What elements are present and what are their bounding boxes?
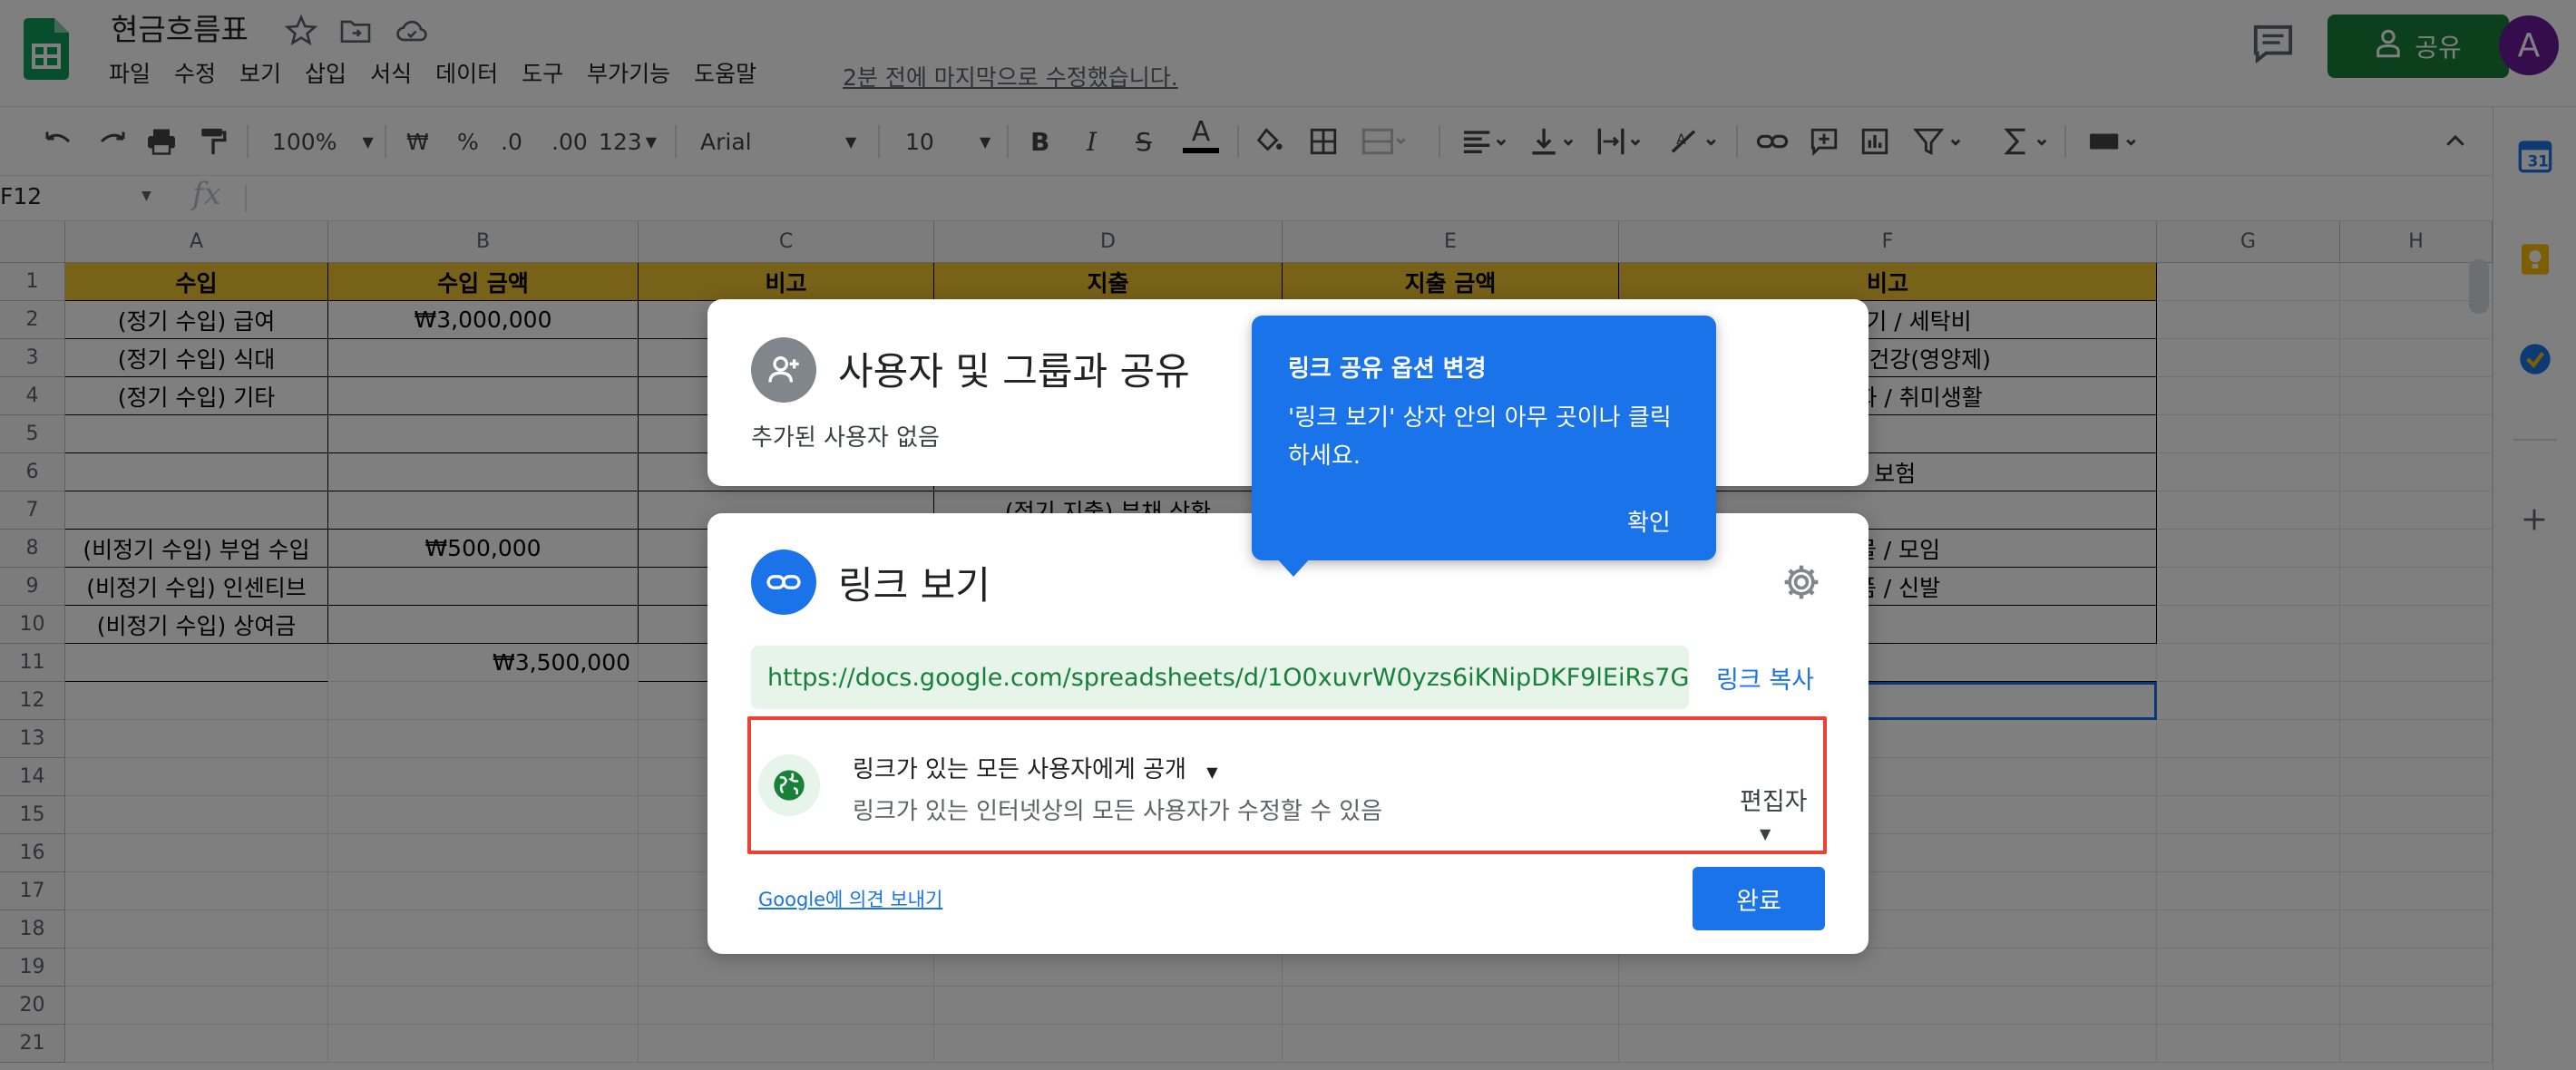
share-url-field[interactable]: https://docs.google.com/spreadsheets/d/1…: [751, 646, 1689, 709]
access-scope-select[interactable]: 링크가 있는 모든 사용자에게 공개 ▼: [853, 751, 1218, 784]
link-icon: [751, 550, 816, 615]
access-scope-label: 링크가 있는 모든 사용자에게 공개: [853, 756, 1186, 783]
share-tip-tooltip: 링크 공유 옵션 변경 '링크 보기' 상자 안의 아무 곳이나 클릭하세요. …: [1252, 316, 1716, 577]
share-url-text: https://docs.google.com/spreadsheets/d/1…: [767, 663, 1689, 692]
access-description: 링크가 있는 인터넷상의 모든 사용자가 수정할 수 있음: [853, 798, 1383, 825]
copy-link-button[interactable]: 링크 복사: [1716, 660, 1814, 696]
tooltip-title: 링크 공유 옵션 변경: [1288, 355, 1487, 383]
link-title: 링크 보기: [838, 563, 990, 608]
share-link-card: 링크 보기 https://docs.google.com/spreadshee…: [707, 513, 1869, 954]
role-select[interactable]: 편집자 ▼: [1740, 782, 1823, 845]
tooltip-body: '링크 보기' 상자 안의 아무 곳이나 클릭하세요.: [1288, 404, 1672, 470]
chevron-down-icon: ▼: [1760, 825, 1771, 842]
gear-icon[interactable]: [1781, 562, 1821, 606]
add-person-icon: [751, 337, 816, 403]
done-button[interactable]: 완료: [1693, 867, 1825, 930]
link-access-box[interactable]: 링크가 있는 모든 사용자에게 공개 ▼ 링크가 있는 인터넷상의 모든 사용자…: [747, 716, 1827, 854]
tooltip-arrow: [1275, 557, 1312, 577]
people-title: 사용자 및 그룹과 공유: [838, 349, 1190, 394]
tooltip-ok-button[interactable]: 확인: [1627, 504, 1671, 538]
people-subtitle: 추가된 사용자 없음: [751, 424, 940, 452]
globe-icon: [758, 754, 820, 816]
feedback-link[interactable]: Google에 의견 보내기: [758, 885, 942, 912]
role-label: 편집자: [1740, 788, 1808, 816]
chevron-down-icon: ▼: [1206, 764, 1218, 781]
